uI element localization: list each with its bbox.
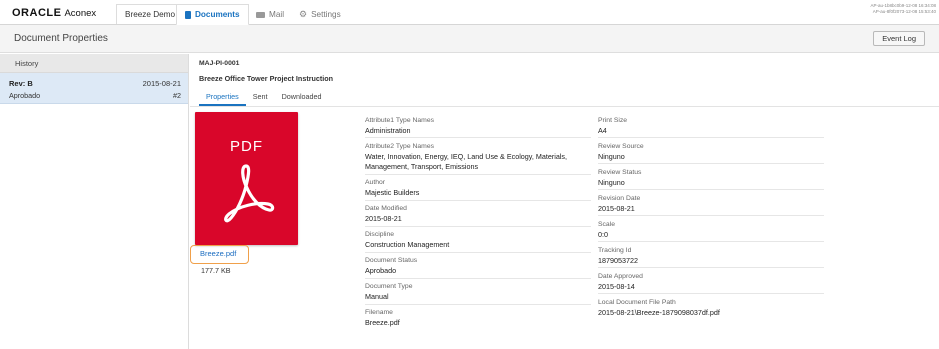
- property-value: Aprobado: [365, 266, 397, 275]
- pdf-thumbnail-label: PDF: [230, 138, 263, 155]
- file-download-link[interactable]: Breeze.pdf: [190, 245, 249, 264]
- property-value: Manual: [365, 292, 389, 301]
- gear-icon: ⚙: [299, 9, 308, 19]
- property-value: Majestic Builders: [365, 188, 420, 197]
- oracle-aconex-logo[interactable]: ORACLE Aconex: [12, 7, 96, 19]
- property-review-source: Review Source Ninguno: [598, 142, 824, 164]
- document-icon: [185, 10, 191, 19]
- property-label: Print Size: [598, 117, 628, 124]
- property-attribute2: Attribute2 Type Names Water, Innovation,…: [365, 142, 591, 175]
- property-value: 1879053722: [598, 256, 638, 265]
- property-label: Date Approved: [598, 273, 643, 280]
- revision-date: 2015-08-21: [142, 79, 181, 88]
- tab-downloaded[interactable]: Downloaded: [275, 90, 329, 106]
- tab-properties[interactable]: Properties: [199, 90, 246, 106]
- property-filename: Filename Breeze.pdf: [365, 308, 591, 331]
- property-label: Review Source: [598, 143, 644, 150]
- property-print-size: Print Size A4: [598, 116, 824, 138]
- property-label: Author: [365, 179, 386, 186]
- file-size: 177.7 KB: [201, 266, 231, 275]
- nav-tab-mail-label: Mail: [269, 9, 285, 19]
- page-title: Document Properties: [14, 33, 108, 44]
- server-info: AP-au-1b8bc0b9-12-08 16:34:08 AP-au-8f0f…: [870, 3, 936, 15]
- logo-oracle-text: ORACLE: [12, 7, 62, 19]
- document-title: Breeze Office Tower Project Instruction: [199, 74, 334, 83]
- nav-tab-mail[interactable]: Mail: [248, 4, 292, 25]
- property-label: Attribute1 Type Names: [365, 117, 435, 124]
- history-revision-item[interactable]: Rev: B 2015-08-21 Aprobado #2: [0, 73, 188, 104]
- document-number: MAJ-PI-0001: [199, 60, 240, 67]
- property-label: Review Status: [598, 169, 642, 176]
- property-review-status: Review Status Ninguno: [598, 168, 824, 190]
- history-header: History: [0, 54, 188, 73]
- page-header: Document Properties Event Log: [0, 25, 939, 53]
- project-name: Breeze Demo: [125, 9, 176, 19]
- nav-tab-settings[interactable]: ⚙ Settings: [291, 4, 349, 25]
- revision-status: Aprobado: [9, 91, 41, 100]
- property-value: Administration: [365, 126, 411, 135]
- document-tabs: Properties Sent Downloaded: [199, 90, 329, 106]
- document-details: MAJ-PI-0001 Breeze Office Tower Project …: [190, 54, 939, 349]
- property-discipline: Discipline Construction Management: [365, 230, 591, 253]
- nav-tab-documents[interactable]: Documents: [176, 4, 249, 26]
- server-info-line: AP-au-8f0f2073-12-08 15:53:40: [872, 9, 936, 14]
- tabs-divider: [190, 106, 939, 107]
- property-attribute1: Attribute1 Type Names Administration: [365, 116, 591, 138]
- top-navigation: ORACLE Aconex Breeze Demo Documents Mail…: [0, 0, 939, 26]
- property-label: Discipline: [365, 231, 395, 238]
- property-value: 2015-08-21: [365, 214, 402, 223]
- property-revision-date: Revision Date 2015-08-21: [598, 194, 824, 216]
- event-log-button[interactable]: Event Log: [873, 31, 925, 46]
- nav-tab-documents-label: Documents: [195, 9, 240, 19]
- property-value: 2015-08-21\Breeze-1879098037df.pdf: [598, 308, 720, 317]
- property-document-status: Document Status Aprobado: [365, 256, 591, 279]
- property-author: Author Majestic Builders: [365, 178, 591, 201]
- property-value: Ninguno: [598, 178, 625, 187]
- property-label: Tracking Id: [598, 247, 632, 254]
- property-label: Revision Date: [598, 195, 641, 202]
- property-value: 0:0: [598, 230, 608, 239]
- property-label: Document Status: [365, 257, 418, 264]
- property-value: Ninguno: [598, 152, 625, 161]
- property-tracking-id: Tracking Id 1879053722: [598, 246, 824, 268]
- property-scale: Scale 0:0: [598, 220, 824, 242]
- history-panel: History Rev: B 2015-08-21 Aprobado #2: [0, 54, 189, 349]
- property-value: A4: [598, 126, 607, 135]
- property-date-modified: Date Modified 2015-08-21: [365, 204, 591, 227]
- tab-sent[interactable]: Sent: [246, 90, 275, 106]
- property-value: Construction Management: [365, 240, 450, 249]
- property-date-approved: Date Approved 2015-08-14: [598, 272, 824, 294]
- revision-number: #2: [173, 91, 181, 100]
- mail-icon: [256, 11, 265, 18]
- property-label: Scale: [598, 221, 616, 228]
- property-value: Breeze.pdf: [365, 318, 400, 327]
- property-document-type: Document Type Manual: [365, 282, 591, 305]
- logo-aconex-text: Aconex: [64, 8, 97, 19]
- property-value: 2015-08-21: [598, 204, 635, 213]
- project-selector-tab[interactable]: Breeze Demo: [116, 4, 185, 24]
- pdf-thumbnail[interactable]: PDF: [195, 112, 298, 245]
- property-label: Attribute2 Type Names: [365, 143, 435, 150]
- property-local-file-path: Local Document File Path 2015-08-21\Bree…: [598, 298, 824, 320]
- property-label: Date Modified: [365, 205, 407, 212]
- property-label: Local Document File Path: [598, 299, 676, 306]
- nav-tab-settings-label: Settings: [311, 9, 341, 19]
- property-label: Filename: [365, 309, 393, 316]
- property-value: Water, Innovation, Energy, IEQ, Land Use…: [365, 152, 568, 171]
- property-value: 2015-08-14: [598, 282, 635, 291]
- revision-label: Rev: B: [9, 79, 33, 88]
- property-label: Document Type: [365, 283, 413, 290]
- acrobat-pdf-icon: [224, 164, 275, 223]
